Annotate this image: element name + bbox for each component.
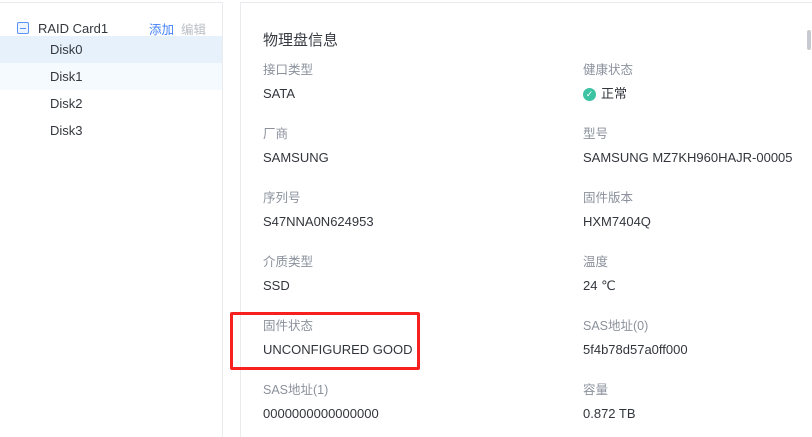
field-firmware-state: 固件状态 UNCONFIGURED GOOD [263, 317, 583, 359]
field-sas-address-0: SAS地址(0) 5f4b78d57a0ff000 [583, 317, 812, 359]
collapse-minus-square-icon[interactable] [17, 22, 29, 34]
field-label: 固件状态 [263, 317, 583, 335]
field-label: 温度 [583, 253, 812, 271]
sidebar-item-disk0[interactable]: Disk0 [0, 36, 222, 63]
vertical-scrollbar-thumb[interactable] [807, 30, 811, 50]
field-value: SSD [263, 277, 583, 295]
field-label: 固件版本 [583, 189, 812, 207]
page-title: 物理盘信息 [263, 29, 812, 49]
field-temperature: 温度 24 ℃ [583, 253, 812, 295]
field-label: SAS地址(0) [583, 317, 812, 335]
field-label: 接口类型 [263, 61, 583, 79]
disk-info-fields: 接口类型 SATA 健康状态 ✓ 正常 厂商 SAMSUNG 型号 SAMSUN… [263, 61, 812, 423]
edit-link[interactable]: 编辑 [181, 19, 206, 38]
add-link[interactable]: 添加 [149, 19, 174, 38]
field-label: 介质类型 [263, 253, 583, 271]
field-model: 型号 SAMSUNG MZ7KH960HAJR-00005 [583, 125, 812, 167]
sidebar-item-disk1[interactable]: Disk1 [0, 63, 222, 90]
field-value: 0.872 TB [583, 405, 812, 423]
field-label: 序列号 [263, 189, 583, 207]
field-interface-type: 接口类型 SATA [263, 61, 583, 103]
field-label: 健康状态 [583, 61, 812, 79]
raid-tree-sidebar: RAID Card1 添加 编辑 Disk0 Disk1 Disk2 Disk3 [0, 2, 223, 437]
field-value: SAMSUNG [263, 149, 583, 167]
sidebar-item-disk3[interactable]: Disk3 [0, 117, 222, 144]
field-sas-address-1: SAS地址(1) 0000000000000000 [263, 381, 583, 423]
field-value: HXM7404Q [583, 213, 812, 231]
field-value: SATA [263, 85, 583, 103]
field-health-status: 健康状态 ✓ 正常 [583, 61, 812, 103]
sidebar-item-disk2[interactable]: Disk2 [0, 90, 222, 117]
field-firmware-version: 固件版本 HXM7404Q [583, 189, 812, 231]
field-label: 容量 [583, 381, 812, 399]
disk-list: Disk0 Disk1 Disk2 Disk3 [0, 36, 222, 144]
field-capacity: 容量 0.872 TB [583, 381, 812, 423]
field-value: ✓ 正常 [583, 85, 812, 103]
field-value: 0000000000000000 [263, 405, 583, 423]
field-media-type: 介质类型 SSD [263, 253, 583, 295]
field-value: UNCONFIGURED GOOD [263, 341, 583, 359]
physical-disk-page: RAID Card1 添加 编辑 Disk0 Disk1 Disk2 Disk3… [0, 0, 812, 437]
health-status-text: 正常 [601, 85, 627, 103]
field-value: SAMSUNG MZ7KH960HAJR-00005 [583, 149, 812, 167]
field-value: S47NNA0N624953 [263, 213, 583, 231]
field-vendor: 厂商 SAMSUNG [263, 125, 583, 167]
field-value: 5f4b78d57a0ff000 [583, 341, 812, 359]
field-label: 型号 [583, 125, 812, 143]
disk-info-panel: 物理盘信息 接口类型 SATA 健康状态 ✓ 正常 厂商 SAMSUNG 型号 … [240, 2, 812, 437]
field-serial-number: 序列号 S47NNA0N624953 [263, 189, 583, 231]
tree-actions: 添加 编辑 [149, 19, 206, 38]
field-value: 24 ℃ [583, 277, 812, 295]
raid-card-label[interactable]: RAID Card1 [38, 21, 108, 36]
field-label: 厂商 [263, 125, 583, 143]
check-circle-icon: ✓ [583, 88, 596, 101]
field-label: SAS地址(1) [263, 381, 583, 399]
